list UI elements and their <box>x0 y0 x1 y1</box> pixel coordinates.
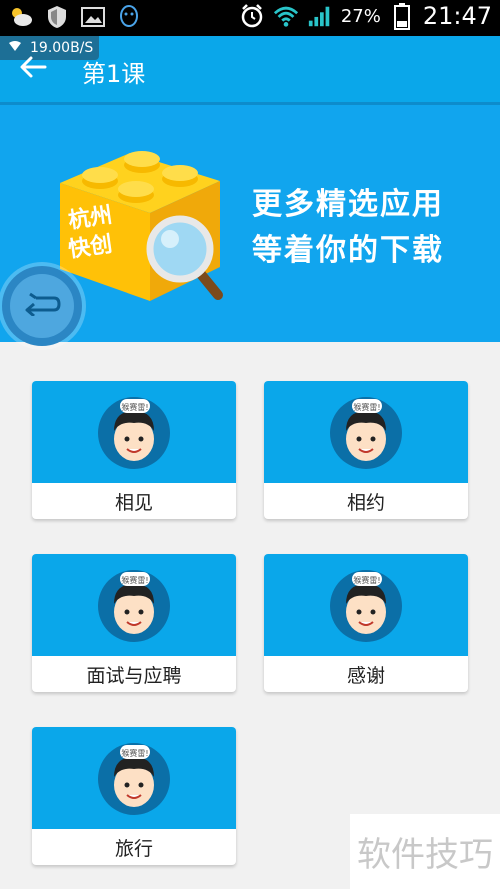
signal-icon <box>307 3 333 29</box>
lesson-card-5[interactable]: 猴赛雷! 旅行 <box>32 727 236 865</box>
lesson-card-2[interactable]: 猴赛雷! 相约 <box>264 381 468 519</box>
lesson-label: 相约 <box>346 491 385 514</box>
battery-icon <box>389 3 415 30</box>
shield-icon <box>44 4 70 30</box>
lesson-card-4[interactable]: 猴赛雷! 感谢 <box>264 554 468 692</box>
status-bar: 27% 21:47 <box>0 0 500 36</box>
return-icon <box>22 292 62 320</box>
banner-headline-1: 更多精选应用 <box>252 187 444 222</box>
watermark-text: 软件技巧 <box>350 814 500 889</box>
status-bar-left-icons <box>8 4 142 30</box>
brick-brand-line2: 快创 <box>66 232 114 263</box>
wifi-icon <box>273 3 299 29</box>
alarm-icon <box>239 3 265 29</box>
face-bubble-text: 猴赛雷! <box>353 403 381 412</box>
face-bubble-text: 猴赛雷! <box>121 576 149 585</box>
weather-icon <box>8 4 34 30</box>
banner-headline-2: 等着你的下载 <box>252 233 444 268</box>
face-bubble-text: 猴赛雷! <box>121 403 149 412</box>
lesson-card-1[interactable]: 猴赛雷! 相见 <box>32 381 236 519</box>
lesson-label: 旅行 <box>114 837 153 860</box>
lesson-label: 相见 <box>114 491 153 514</box>
floating-button-inner <box>10 274 74 338</box>
battery-percent: 27% <box>340 5 381 27</box>
face-bubble-text: 猴赛雷! <box>121 749 149 758</box>
back-button[interactable] <box>16 52 50 86</box>
floating-return-button[interactable] <box>2 266 82 346</box>
face-bubble-text: 猴赛雷! <box>353 576 381 585</box>
image-icon <box>80 4 106 30</box>
qq-icon <box>116 4 142 30</box>
back-arrow-icon <box>19 55 47 83</box>
page-title: 第1课 <box>82 60 146 88</box>
status-clock: 21:47 <box>422 2 492 30</box>
lesson-label: 感谢 <box>346 664 385 687</box>
status-bar-right: 27% 21:47 <box>239 2 492 30</box>
lesson-card-3[interactable]: 猴赛雷! 面试与应聘 <box>32 554 236 692</box>
lesson-label: 面试与应聘 <box>86 664 182 687</box>
